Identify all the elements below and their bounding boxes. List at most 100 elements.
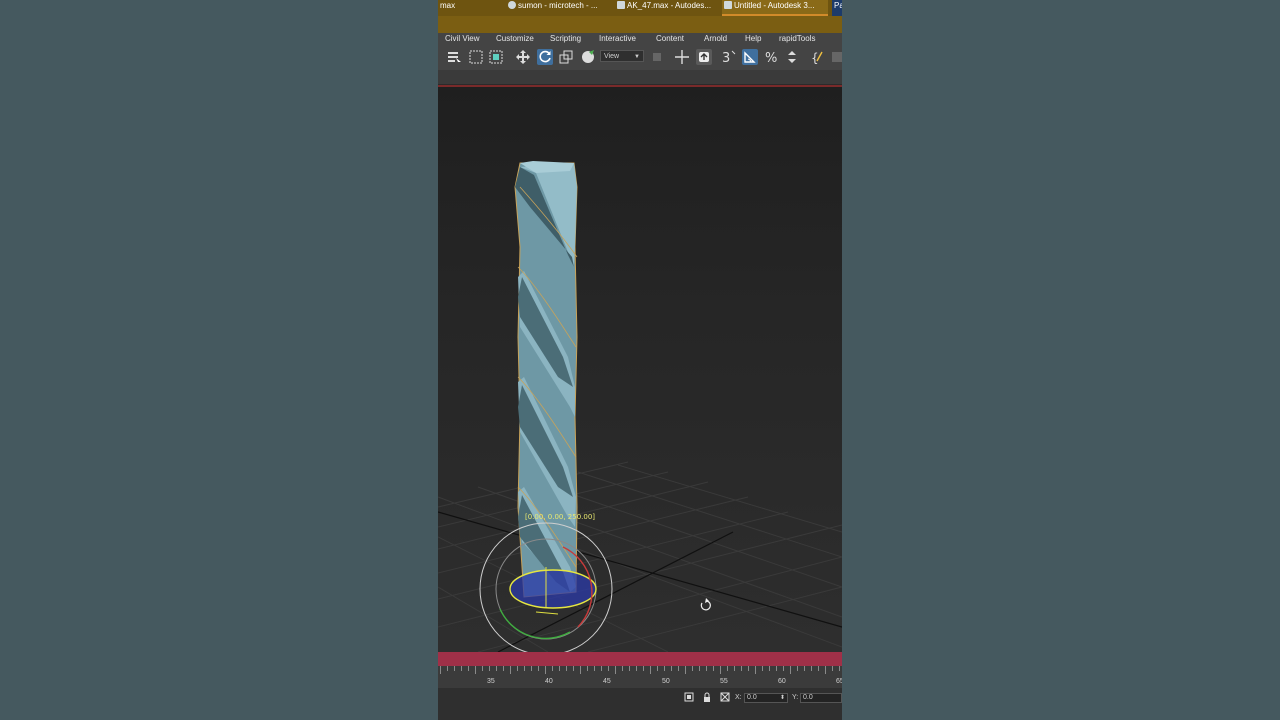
perspective-viewport[interactable]: [0.00, 0.00, 250.00] [438,87,842,652]
timeline-tick [629,666,630,671]
reference-coordinate-dropdown[interactable]: View ▼ [600,50,644,62]
taskbar-item-sumon[interactable]: sumon - microtech - ... [506,0,612,16]
create-selection-set-icon[interactable] [831,49,842,65]
spinner-snap-icon[interactable] [784,49,800,65]
y-coordinate-field[interactable]: 0.0 [800,693,842,703]
gizmo-coordinate-readout: [0.00, 0.00, 250.00] [525,513,595,521]
timeline-tick [685,666,686,674]
timeline-tick [531,666,532,671]
x-coordinate-field[interactable]: 0.0 ⬍ [744,693,788,703]
timeline-tick [622,666,623,671]
timeline-tick-label: 60 [778,678,786,685]
edit-named-selection-icon[interactable]: { [810,49,826,65]
timeline-tick [832,666,833,671]
taskbar-item-pa[interactable]: Pa [832,0,842,16]
timeline-tick [839,666,840,671]
timeline-tick [804,666,805,671]
svg-text:%: % [765,51,777,65]
timeline-tick [720,666,721,674]
browser-icon [508,1,516,9]
status-bar: X: 0.0 ⬍ Y: 0.0 [438,688,842,720]
timeline-tick [636,666,637,671]
rotate-icon[interactable] [537,49,553,65]
timeline-tick [671,666,672,671]
timeline-tick [664,666,665,671]
move-icon[interactable] [515,49,531,65]
y-label: Y: [792,694,799,701]
timeline-tick [510,666,511,674]
lock-icon[interactable] [702,692,712,702]
menu-bar: Civil View Customize Scripting Interacti… [438,33,842,46]
timeline-tick [734,666,735,671]
timeline-tick [517,666,518,671]
x-label: X: [735,694,742,701]
title-bar [438,16,842,33]
taskbar-item-max[interactable]: max [438,0,500,16]
timeline-tick-label: 35 [487,678,495,685]
scale-icon[interactable] [558,49,574,65]
timeline-tick-label: 55 [720,678,728,685]
menu-civil-view[interactable]: Civil View [445,34,480,43]
timeline-tick [601,666,602,671]
svg-text:3: 3 [722,51,730,65]
timeline-tick [811,666,812,671]
menu-arnold[interactable]: Arnold [704,34,727,43]
menu-customize[interactable]: Customize [496,34,534,43]
timeline-tick [748,666,749,671]
taskbar-item-label: sumon - microtech - ... [518,1,598,10]
select-manipulate-icon[interactable] [674,49,690,65]
timeline-tick [755,666,756,674]
timeline-tick [678,666,679,671]
selection-lock-icon[interactable] [684,692,694,702]
timeline-tick [825,666,826,674]
angle-snap-icon[interactable]: 3 [720,49,736,65]
taskbar-item-ak47[interactable]: AK_47.max - Autodes... [615,0,721,16]
timeline-tick [580,666,581,674]
timeline-tick [454,666,455,671]
timeline-tick [496,666,497,671]
window-crossing-icon[interactable] [488,49,504,65]
select-object-icon[interactable] [446,49,462,65]
3dsmax-window: max sumon - microtech - ... AK_47.max - … [438,0,842,720]
timeline-tick [440,666,441,674]
timeline-tick [447,666,448,671]
menu-interactive[interactable]: Interactive [599,34,636,43]
timeline-tick [559,666,560,671]
taskbar-item-label: max [440,1,456,10]
spinner-icon[interactable]: ⬍ [780,694,785,702]
timeline-tick [818,666,819,671]
pivot-center-icon[interactable] [649,49,665,65]
svg-text:{: { [811,51,819,65]
main-toolbar: View ▼ 3 % { [438,46,842,70]
taskbar: max sumon - microtech - ... AK_47.max - … [438,0,842,16]
time-slider-track[interactable] [438,652,842,666]
menu-rapidtools[interactable]: rapidTools [779,34,815,43]
timeline-tick [475,666,476,674]
percent-snap-icon[interactable]: % [764,49,780,65]
timeline-tick [783,666,784,671]
rotate-cursor-icon [700,598,711,611]
right-background-pillar [842,0,1280,720]
rectangle-select-icon[interactable] [468,49,484,65]
timeline-tick [552,666,553,671]
twisted-column-object [514,161,578,598]
snaps-toggle-icon[interactable] [742,49,758,65]
timeline-tick [489,666,490,671]
menu-scripting[interactable]: Scripting [550,34,581,43]
keyboard-shortcut-icon[interactable] [696,49,712,65]
timeline-tick [713,666,714,671]
chevron-down-icon: ▼ [634,54,640,60]
menu-help[interactable]: Help [745,34,761,43]
timeline-tick [657,666,658,671]
timeline-tick [699,666,700,671]
menu-content[interactable]: Content [656,34,684,43]
absolute-mode-icon[interactable] [720,692,730,702]
y-value: 0.0 [803,694,813,701]
timeline-tick [643,666,644,671]
timeline-tick [461,666,462,671]
dropdown-value: View [604,53,620,60]
3dsmax-app-icon [617,1,625,9]
taskbar-item-untitled[interactable]: Untitled - Autodesk 3... [722,0,828,16]
timeline-ruler[interactable]: 35 40 45 50 55 60 65 [438,666,842,688]
place-icon[interactable] [580,49,596,65]
